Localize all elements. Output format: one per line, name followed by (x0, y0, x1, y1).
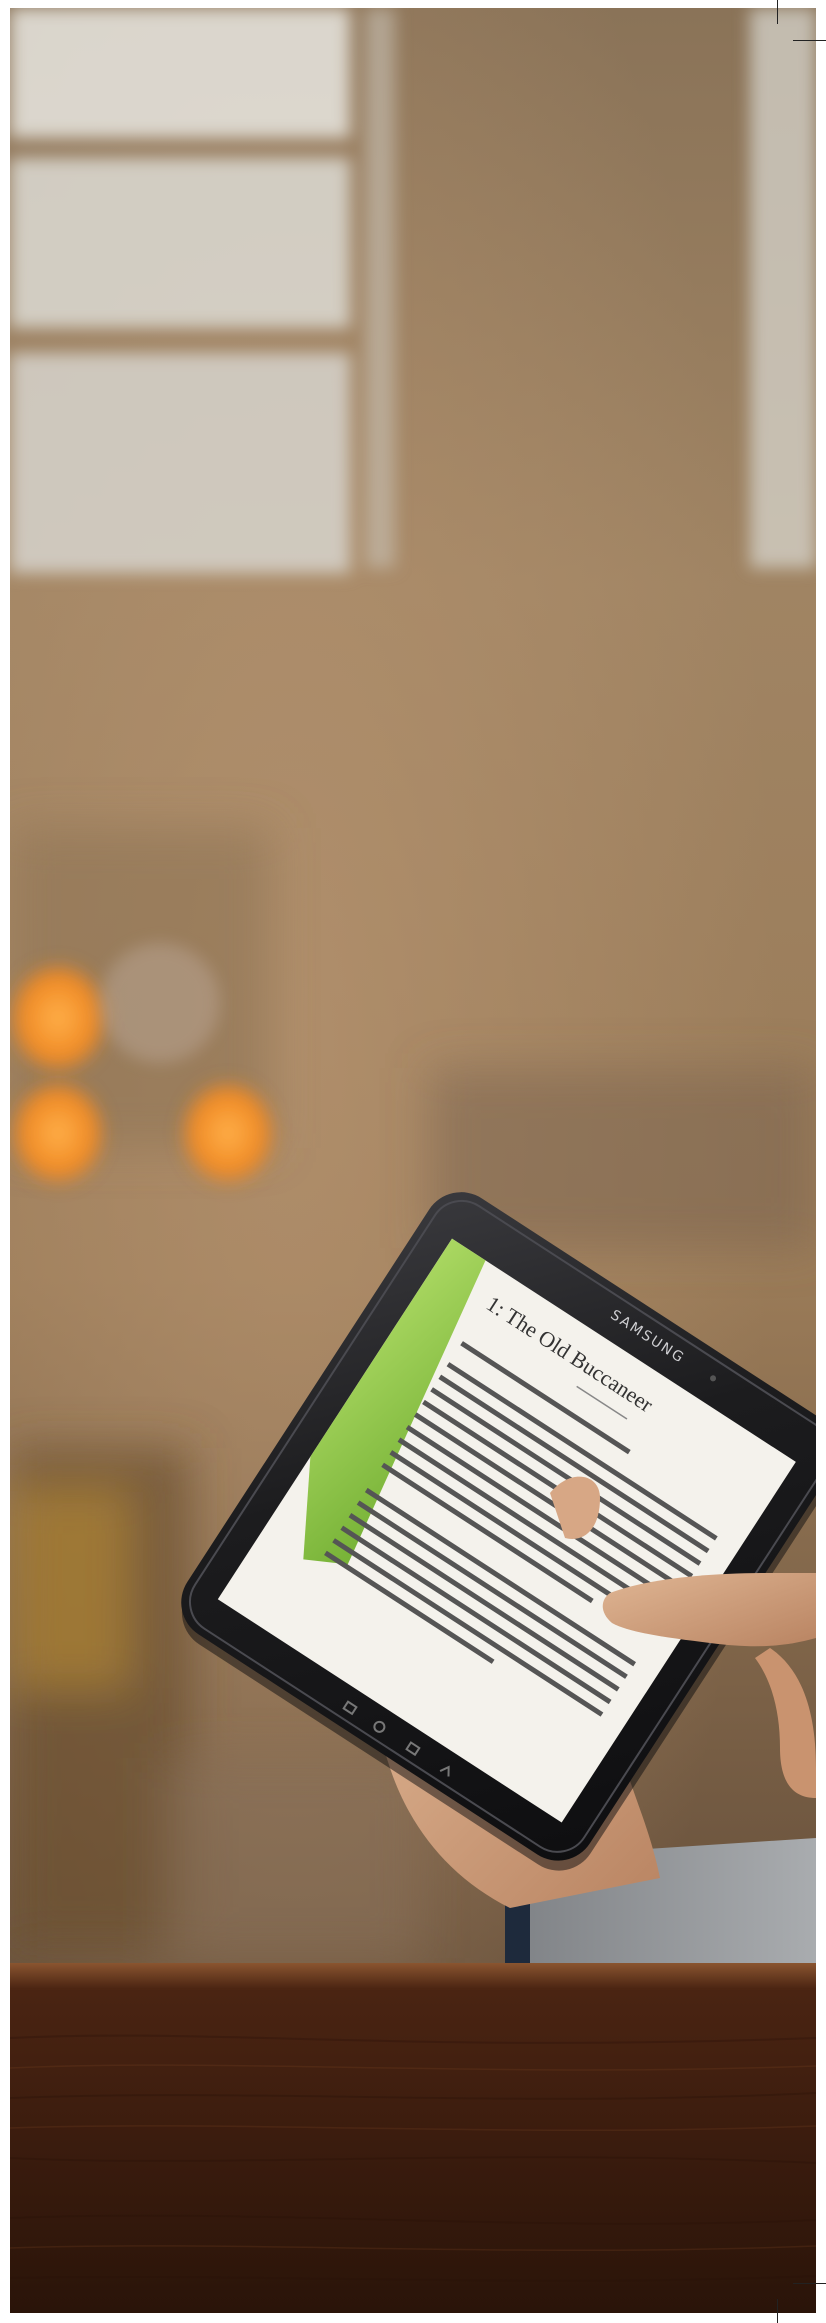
crop-mark-top-right (793, 40, 826, 41)
page: 1: The Old Buccaneer SAMSUNG (0, 0, 826, 2323)
photo-scene: 1: The Old Buccaneer SAMSUNG (10, 8, 816, 2313)
crop-mark-top (777, 0, 778, 24)
crop-mark-bottom-right (793, 2283, 826, 2284)
scene-svg: 1: The Old Buccaneer SAMSUNG (10, 8, 816, 2313)
wooden-counter (10, 1963, 816, 2313)
crop-mark-bottom (777, 2299, 778, 2323)
